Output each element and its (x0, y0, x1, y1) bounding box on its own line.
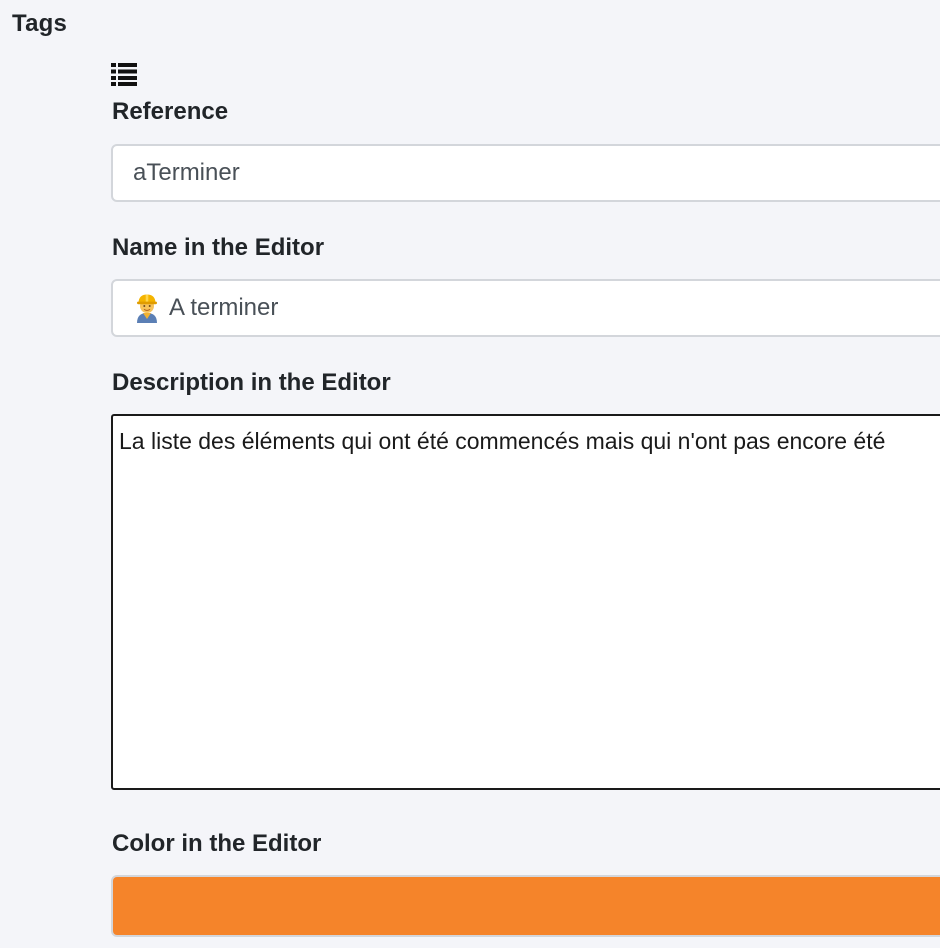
reference-label: Reference (112, 98, 229, 125)
section-title: Tags (12, 10, 68, 37)
tags-page: Tags Reference aTerminer Name in the Edi… (0, 0, 940, 948)
reference-value: aTerminer (133, 159, 240, 186)
description-label: Description in the Editor (112, 369, 391, 396)
name-value: A terminer (169, 294, 279, 321)
description-value: La liste des éléments qui ont été commen… (119, 428, 886, 454)
reference-input[interactable]: aTerminer (111, 144, 940, 202)
description-textarea[interactable]: La liste des éléments qui ont été commen… (111, 414, 940, 790)
name-input[interactable]: A terminer (111, 279, 940, 337)
color-label: Color in the Editor (112, 830, 322, 857)
name-label: Name in the Editor (112, 234, 325, 261)
list-icon[interactable] (111, 62, 137, 86)
color-picker[interactable] (111, 875, 940, 937)
construction-worker-icon (137, 294, 157, 323)
